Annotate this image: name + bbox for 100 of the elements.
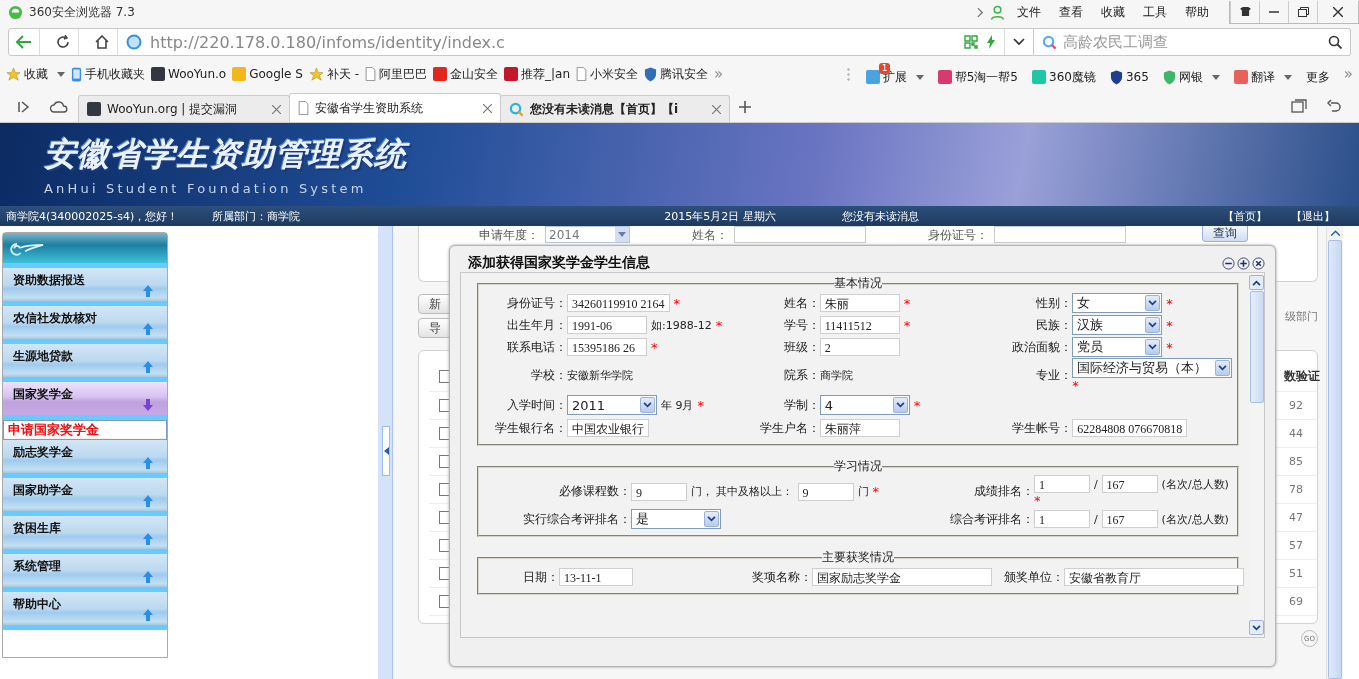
caret-icon — [707, 516, 716, 522]
menu-item[interactable]: 帮助 — [1185, 3, 1209, 21]
bookmark-item[interactable]: 补天 - — [308, 65, 360, 83]
nav-link[interactable]: 【首页】 — [1223, 208, 1267, 224]
minimize-icon[interactable] — [1222, 256, 1235, 270]
extension-item[interactable]: 365 — [1109, 63, 1157, 85]
chevron-icon[interactable] — [977, 6, 984, 18]
sidebar-subitem[interactable]: 申请国家奖学金 — [3, 420, 167, 440]
menu-item[interactable]: 查看 — [1059, 3, 1083, 21]
lightning-icon[interactable] — [986, 35, 996, 49]
minimize-icon — [1269, 10, 1279, 13]
required-mark: * — [1033, 493, 1041, 508]
select-field[interactable]: 国际经济与贸易（本） — [1072, 358, 1233, 378]
search-field[interactable]: 高龄农民工调查 — [1034, 28, 1351, 56]
sidebar-menu-item[interactable]: 农信社发放核对 — [3, 306, 167, 344]
sidebar-menu-item[interactable]: 国家助学金 — [3, 478, 167, 516]
nav-link[interactable]: 【退出】 — [1291, 208, 1335, 224]
bookmark-item[interactable]: 手机收藏夹 — [71, 65, 145, 83]
close-tab-icon[interactable] — [272, 104, 281, 114]
close-tab-icon[interactable] — [712, 104, 721, 114]
select-field[interactable]: 女 — [1072, 293, 1163, 313]
undo-icon[interactable] — [1327, 99, 1341, 113]
menu-item[interactable]: 工具 — [1143, 3, 1167, 21]
name-field[interactable] — [734, 226, 866, 243]
new-tab-icon[interactable] — [739, 101, 751, 113]
close-icon[interactable] — [1252, 256, 1265, 270]
cloud-icon[interactable] — [50, 101, 68, 113]
address-field[interactable]: http://220.178.0.180/infoms/identity/index.c — [150, 32, 956, 52]
sidebar-toggle-icon[interactable] — [18, 101, 30, 113]
browser-tab[interactable]: 您没有未读消息【首页】【i — [500, 95, 730, 122]
text-field[interactable]: 1 — [1033, 475, 1090, 493]
required-mark: * — [1166, 339, 1173, 355]
sidebar-menu-item[interactable]: 励志奖学金 — [3, 440, 167, 478]
form-scrollbar[interactable] — [1249, 273, 1264, 637]
bookmark-item[interactable]: WooYun.o — [151, 67, 227, 81]
page-scrollbar[interactable] — [1326, 226, 1343, 679]
browser-tab[interactable]: 安徽省学生资助系统 — [289, 93, 501, 122]
text-field[interactable]: 9 — [797, 482, 854, 501]
text-field[interactable]: 1 — [1033, 510, 1090, 528]
select-field[interactable]: 4 — [819, 395, 910, 415]
search-input[interactable]: 高龄农民工调查 — [1061, 32, 1324, 52]
extension-item[interactable]: 网银 — [1162, 62, 1228, 86]
required-mark: * — [715, 317, 723, 333]
bookmark-item[interactable]: 推荐_|an — [504, 65, 571, 83]
text-field[interactable]: 中国农业银行 — [567, 419, 649, 437]
text-field[interactable]: 2 — [819, 338, 900, 356]
sidebar-menu-item[interactable]: 国家奖学金 — [3, 382, 167, 420]
text-field[interactable]: 1991-06 — [567, 316, 647, 334]
select-field[interactable]: 汉族 — [1072, 315, 1163, 335]
collapse-handle[interactable] — [382, 426, 390, 476]
bookmark-item[interactable]: 腾讯安全 — [644, 65, 709, 83]
text-field[interactable]: 朱丽 — [819, 294, 900, 312]
search-icon[interactable] — [1328, 35, 1342, 49]
text-field[interactable]: 167 — [1101, 510, 1158, 528]
qr-code-icon[interactable] — [964, 35, 978, 49]
tab-list-icon[interactable] — [1291, 99, 1307, 113]
text-field[interactable]: 11411512 — [819, 316, 900, 334]
id-field[interactable] — [994, 226, 1126, 243]
text-field[interactable]: 9 — [631, 482, 687, 501]
up-arrow-icon — [143, 571, 153, 583]
sidebar-menu-item[interactable]: 贫困生库 — [3, 516, 167, 554]
menu-item[interactable]: 文件 — [1017, 3, 1041, 21]
bookmark-item[interactable]: Google S — [232, 67, 303, 81]
search-engine-icon — [1042, 34, 1057, 50]
user-icon[interactable] — [990, 4, 1005, 20]
select-field[interactable]: 是 — [631, 509, 721, 529]
text-field[interactable]: 34260119910 2164 — [567, 294, 670, 312]
bookmark-item[interactable]: 收藏 — [6, 65, 65, 83]
sidebar-menu-item[interactable]: 帮助中心 — [3, 592, 167, 630]
menu-item[interactable]: 收藏 — [1101, 3, 1125, 21]
text-field[interactable]: 167 — [1101, 475, 1158, 493]
text-field[interactable]: 朱丽萍 — [819, 419, 900, 437]
text-field[interactable]: 15395186 26 — [567, 338, 647, 356]
extension-item[interactable]: 更多 — [1305, 62, 1338, 86]
year-select[interactable]: 2014 — [545, 226, 630, 243]
bookmark-item[interactable]: 小米安全 — [576, 65, 639, 83]
bookmark-item[interactable]: 金山安全 — [433, 65, 499, 83]
field-note: 门， 其中及格以上： — [691, 484, 794, 499]
text-field[interactable]: 62284808 076670818 — [1072, 419, 1188, 437]
browser-tab[interactable]: WooYun.org | 提交漏洞 — [78, 95, 290, 122]
extension-item[interactable]: 翻译 — [1233, 62, 1300, 86]
sidebar-menu-item[interactable]: 资助数据报送 — [3, 268, 167, 306]
text-field[interactable]: 安徽省教育厅 — [1064, 568, 1245, 586]
extension-item[interactable]: 帮5淘一帮5 — [937, 62, 1026, 86]
bookmark-item[interactable]: 阿里巴巴 — [365, 65, 428, 83]
sidebar-menu-item[interactable]: 生源地贷款 — [3, 344, 167, 382]
query-button[interactable]: 查询 — [1202, 226, 1248, 242]
sidebar-menu-item[interactable]: 系统管理 — [3, 554, 167, 592]
more-extensions-button[interactable]: » — [1343, 65, 1353, 83]
dropdown-icon[interactable] — [1013, 38, 1025, 46]
maximize-icon[interactable] — [1237, 256, 1250, 270]
text-field[interactable]: 13-11-1 — [559, 568, 633, 586]
close-tab-icon[interactable] — [483, 103, 492, 113]
select-field[interactable]: 党员 — [1072, 337, 1163, 357]
text-field[interactable]: 国家励志奖学金 — [811, 568, 992, 586]
caret-icon — [57, 71, 65, 77]
select-field[interactable]: 2011 — [567, 395, 657, 415]
extension-item[interactable]: 360魔镜 — [1032, 62, 1104, 86]
field-label: 学生帐号： — [1011, 419, 1073, 437]
field-label: 民族： — [1035, 316, 1073, 334]
